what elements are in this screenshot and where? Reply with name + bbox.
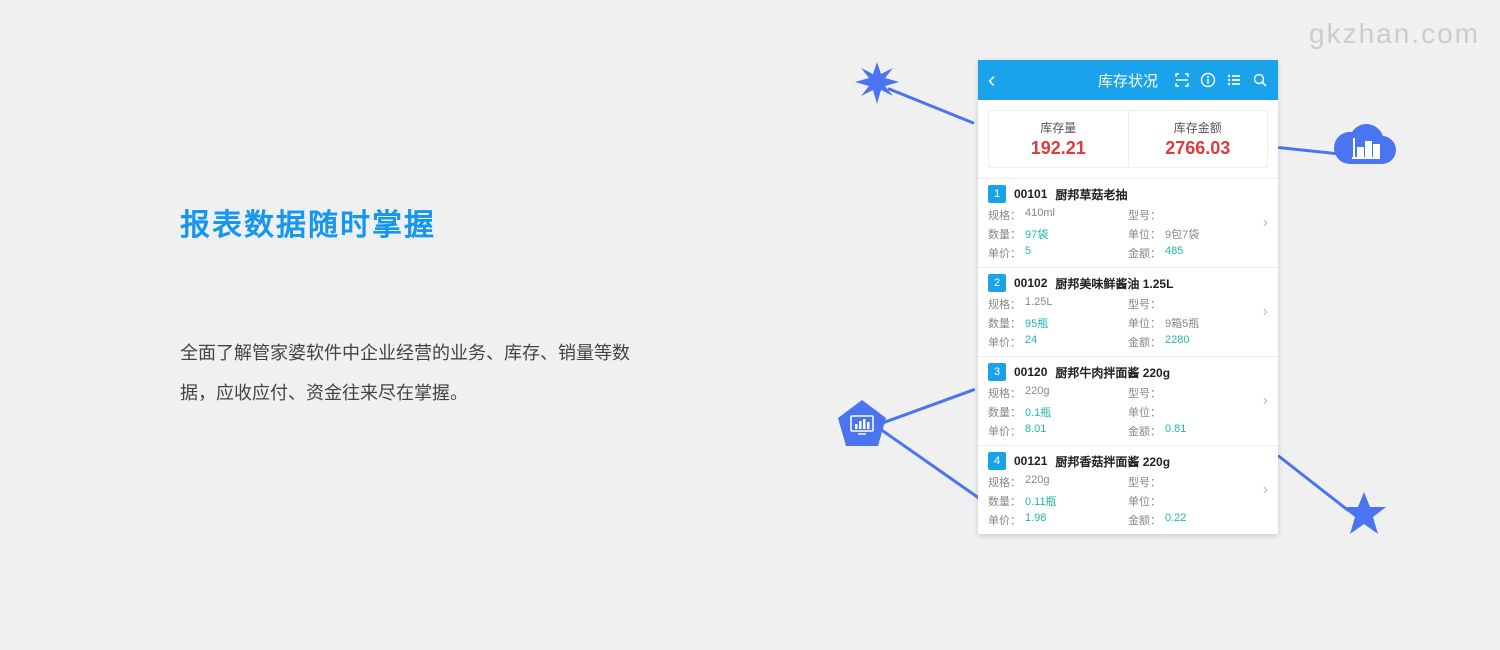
spec-label: 规格： [988,207,1021,223]
amount-value: 485 [1165,245,1183,261]
headline: 报表数据随时掌握 [180,200,630,244]
amount-label: 金额： [1128,245,1161,261]
price-value: 5 [1025,245,1031,261]
list-item[interactable]: 1 00101 厨邦草菇老抽 规格：410ml 型号： 数量：97袋 单位：9包… [978,178,1278,267]
unit-label: 单位： [1128,226,1161,242]
item-index-badge: 1 [988,185,1006,203]
list-icon[interactable] [1226,72,1242,88]
chevron-right-icon: › [1263,214,1268,232]
item-name: 厨邦香菇拌面酱 220g [1055,453,1170,470]
model-label: 型号： [1128,474,1161,490]
phone-mockup: ‹ 库存状况 库存量 192.21 库存金额 2766.03 [978,60,1278,534]
price-label: 单价： [988,245,1021,261]
spec-value: 220g [1025,385,1049,401]
spec-label: 规格： [988,385,1021,401]
price-label: 单价： [988,512,1021,528]
watermark-text: gkzhan.com [1309,18,1480,50]
item-code: 00121 [1014,454,1047,468]
price-value: 1.98 [1025,512,1046,528]
inventory-list: 1 00101 厨邦草菇老抽 规格：410ml 型号： 数量：97袋 单位：9包… [978,178,1278,534]
qty-value: 0.1瓶 [1025,404,1051,420]
item-index-badge: 2 [988,274,1006,292]
qty-value: 0.11瓶 [1025,493,1057,509]
unit-value: 9箱5瓶 [1165,315,1199,331]
summary-stock-amount: 库存金额 2766.03 [1128,111,1268,167]
summary-value: 192.21 [989,138,1128,159]
item-name: 厨邦美味鲜酱油 1.25L [1055,275,1173,292]
qty-label: 数量： [988,493,1021,509]
price-label: 单价： [988,334,1021,350]
chevron-right-icon: › [1263,481,1268,499]
item-index-badge: 3 [988,363,1006,381]
spec-value: 1.25L [1025,296,1053,312]
item-name: 厨邦草菇老抽 [1055,186,1127,203]
unit-label: 单位： [1128,493,1161,509]
chevron-right-icon: › [1263,392,1268,410]
description: 全面了解管家婆软件中企业经营的业务、库存、销量等数据，应收应付、资金往来尽在掌握… [180,334,630,413]
model-label: 型号： [1128,207,1161,223]
spec-label: 规格： [988,296,1021,312]
item-name: 厨邦牛肉拌面酱 220g [1055,364,1170,381]
item-code: 00120 [1014,365,1047,379]
cloud-chart-icon [1330,120,1402,180]
item-code: 00102 [1014,276,1047,290]
unit-label: 单位： [1128,315,1161,331]
pentagon-monitor-icon [836,398,888,450]
list-item[interactable]: 3 00120 厨邦牛肉拌面酱 220g 规格：220g 型号： 数量：0.1瓶… [978,356,1278,445]
item-index-badge: 4 [988,452,1006,470]
qty-label: 数量： [988,315,1021,331]
summary-label: 库存量 [989,119,1128,136]
chevron-right-icon: › [1263,303,1268,321]
summary-stock-qty: 库存量 192.21 [989,111,1128,167]
summary-value: 2766.03 [1129,138,1268,159]
amount-value: 0.22 [1165,512,1186,528]
qty-label: 数量： [988,404,1021,420]
spec-value: 220g [1025,474,1049,490]
unit-label: 单位： [1128,404,1161,420]
qty-label: 数量： [988,226,1021,242]
scan-icon[interactable] [1174,72,1190,88]
amount-value: 0.81 [1165,423,1186,439]
list-item[interactable]: 2 00102 厨邦美味鲜酱油 1.25L 规格：1.25L 型号： 数量：95… [978,267,1278,356]
amount-value: 2280 [1165,334,1189,350]
starburst-icon [855,60,899,104]
summary-card: 库存量 192.21 库存金额 2766.03 [988,110,1268,168]
unit-value: 9包7袋 [1165,226,1199,242]
list-item[interactable]: 4 00121 厨邦香菇拌面酱 220g 规格：220g 型号： 数量：0.11… [978,445,1278,534]
qty-value: 95瓶 [1025,315,1048,331]
amount-label: 金额： [1128,512,1161,528]
model-label: 型号： [1128,385,1161,401]
connector-line [880,428,992,507]
connector-line [881,388,976,425]
app-header: ‹ 库存状况 [978,60,1278,100]
price-value: 8.01 [1025,423,1046,439]
amount-label: 金额： [1128,334,1161,350]
qty-value: 97袋 [1025,226,1048,242]
star-icon [1340,490,1388,538]
amount-label: 金额： [1128,423,1161,439]
item-code: 00101 [1014,187,1047,201]
price-label: 单价： [988,423,1021,439]
spec-value: 410ml [1025,207,1055,223]
spec-label: 规格： [988,474,1021,490]
search-icon[interactable] [1252,72,1268,88]
marketing-text-block: 报表数据随时掌握 全面了解管家婆软件中企业经营的业务、库存、销量等数据，应收应付… [180,200,630,413]
connector-line [1277,454,1349,511]
model-label: 型号： [1128,296,1161,312]
connector-line [888,87,975,124]
summary-label: 库存金额 [1129,119,1268,136]
price-value: 24 [1025,334,1037,350]
info-icon[interactable] [1200,72,1216,88]
